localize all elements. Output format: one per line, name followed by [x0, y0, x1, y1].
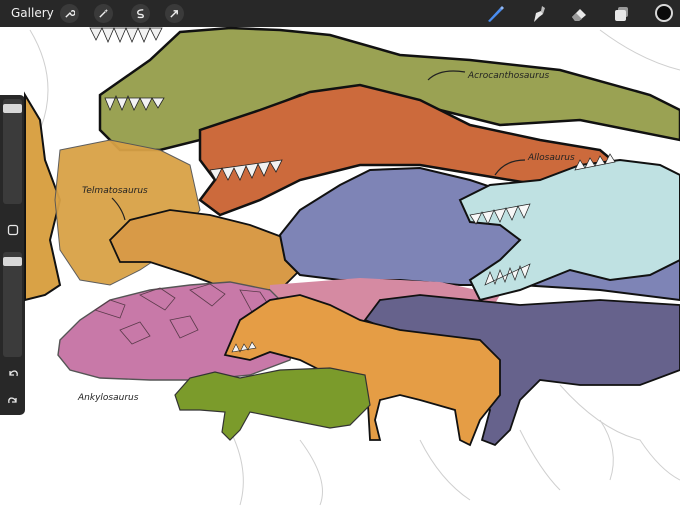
- telmatosaurus-body: [108, 209, 302, 291]
- undo-icon[interactable]: [4, 365, 21, 382]
- layers-icon[interactable]: [611, 3, 633, 25]
- wrench-icon[interactable]: [60, 4, 79, 23]
- brush-size-thumb[interactable]: [3, 103, 22, 113]
- selection-icon[interactable]: [131, 4, 150, 23]
- eraser-icon[interactable]: [568, 3, 590, 25]
- brush-icon[interactable]: [484, 3, 506, 25]
- color-picker-swatch[interactable]: [655, 4, 673, 22]
- magic-wand-icon[interactable]: [94, 4, 113, 23]
- smudge-icon[interactable]: [526, 3, 548, 25]
- left-sidebar: [0, 95, 25, 415]
- top-toolbar: Gallery: [0, 0, 680, 27]
- modify-square-icon[interactable]: [4, 221, 21, 238]
- transform-arrow-icon[interactable]: [165, 4, 184, 23]
- brush-size-slider[interactable]: [3, 99, 22, 204]
- opacity-slider[interactable]: [3, 252, 22, 357]
- opacity-thumb[interactable]: [3, 256, 22, 266]
- label-allosaurus: Allosaurus: [527, 153, 575, 163]
- drawing-canvas[interactable]: Acrocanthosaurus Allosaurus Telmatosauru…: [0, 0, 680, 510]
- small-green-dino-body: [174, 367, 371, 441]
- label-acrocanthosaurus: Acrocanthosaurus: [467, 71, 550, 81]
- redo-icon[interactable]: [4, 392, 21, 409]
- gallery-button[interactable]: Gallery: [11, 6, 54, 20]
- label-ankylosaurus: Ankylosaurus: [77, 393, 139, 403]
- label-telmatosaurus: Telmatosaurus: [82, 186, 148, 196]
